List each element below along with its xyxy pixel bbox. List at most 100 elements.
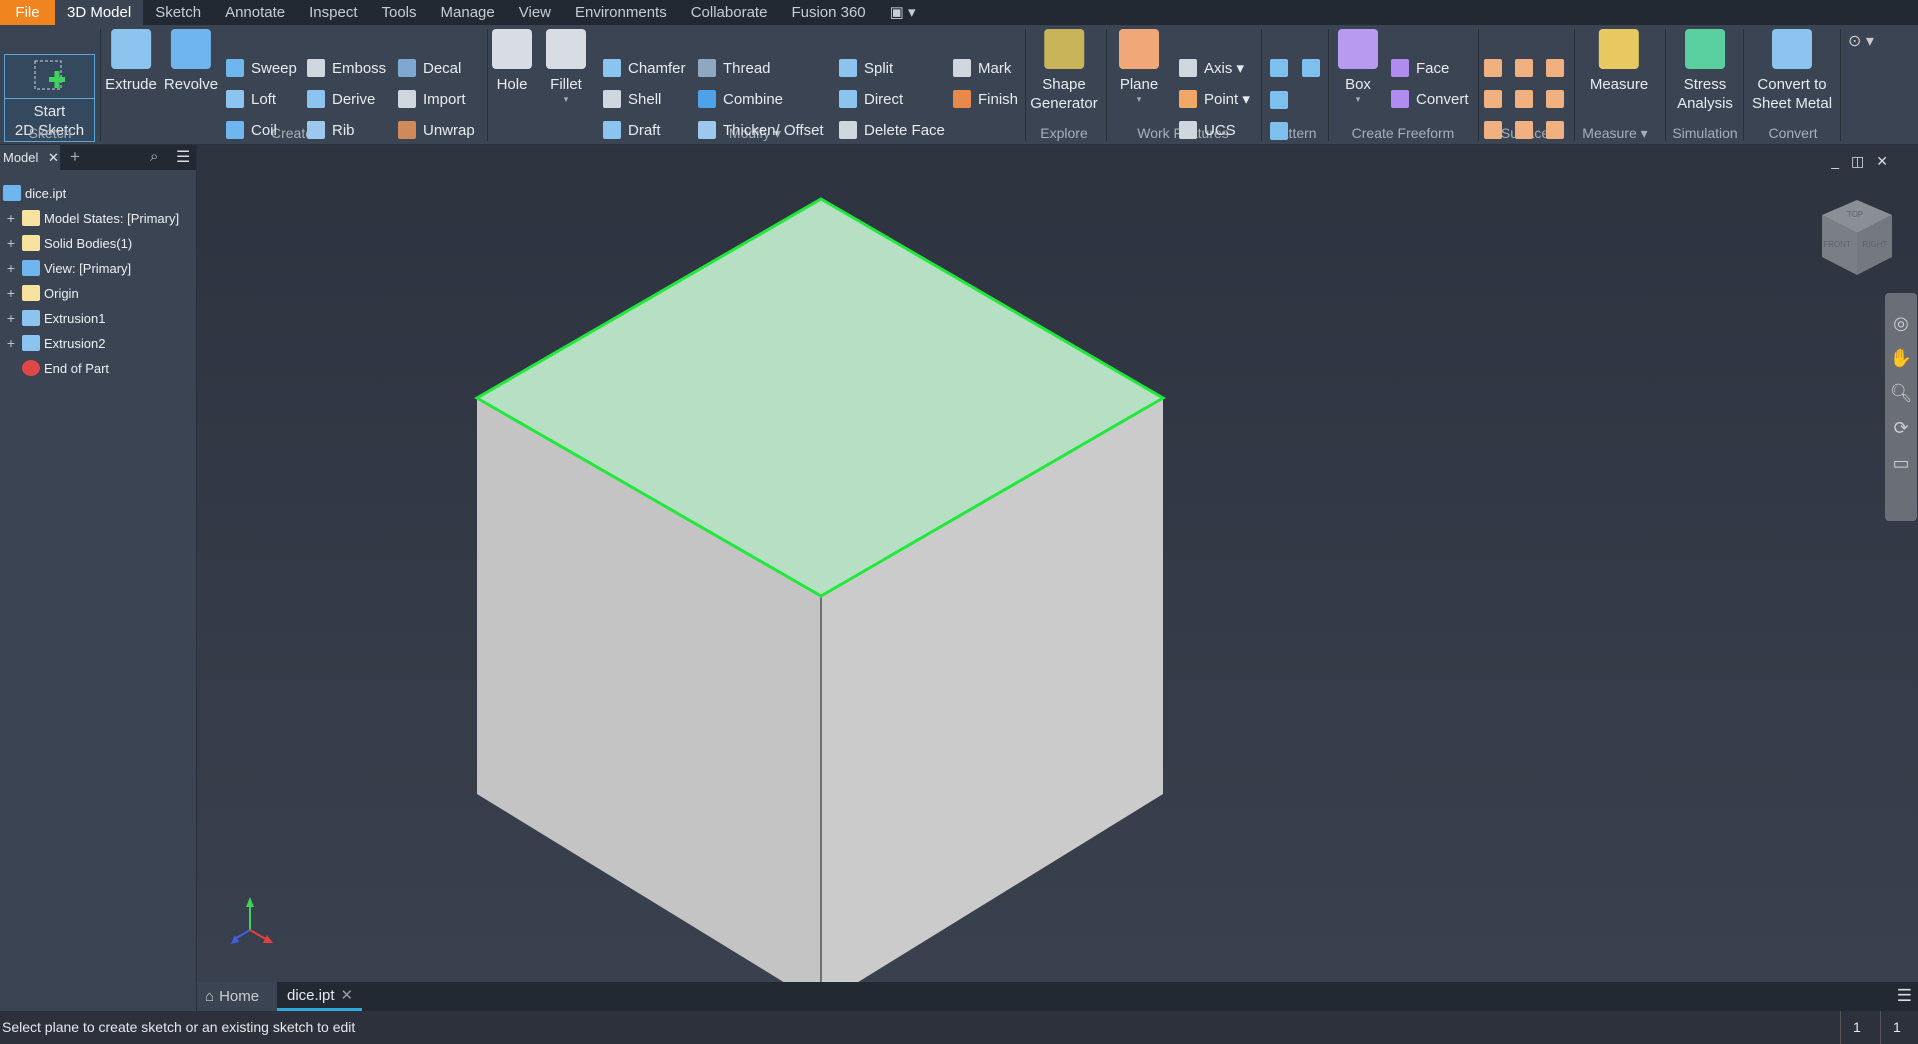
3d-viewport[interactable]: _ ◫ ✕ TOP FRONT RIGHT ◎ ✋ 🔍︎ ⟳ ▭ [197,145,1918,982]
convert-to-sheet-metal-button[interactable]: Convert to Sheet Metal [1752,29,1832,113]
menu-tab-tools[interactable]: Tools [370,0,429,25]
replace-face-icon[interactable] [1546,121,1564,139]
trim-icon[interactable] [1515,90,1533,108]
dropdown-caret-icon[interactable]: ▾ [1137,94,1142,104]
thicken-offset-button[interactable]: Thicken/ Offset [698,119,824,141]
tree-item[interactable]: + Model States: [Primary] [0,207,179,229]
extrude-button[interactable]: Extrude [105,29,157,94]
tabs-menu-icon[interactable]: ☰ [1897,986,1912,1006]
minimize-icon[interactable]: _ [1831,153,1839,170]
mark-button[interactable]: Mark [953,57,1011,79]
zoom-icon[interactable]: 🔍︎ [1890,383,1913,404]
combine-button[interactable]: Combine [698,88,783,110]
tree-item[interactable]: + Extrusion2 [0,332,105,354]
point-button[interactable]: Point ▾ [1179,88,1250,110]
chamfer-button[interactable]: Chamfer [603,57,686,79]
split-button[interactable]: Split [839,57,893,79]
thread-button[interactable]: Thread [698,57,771,79]
derive-button[interactable]: Derive [307,88,375,110]
rectangular-pattern-icon[interactable] [1270,59,1288,77]
tree-item[interactable]: End of Part [0,357,109,379]
dropdown-caret-icon[interactable]: ▾ [1356,94,1361,104]
search-icon[interactable]: ⌕ [150,148,158,165]
viewcube[interactable]: TOP FRONT RIGHT [1817,195,1897,285]
finish-button[interactable]: Finish [953,88,1018,110]
decal-button[interactable]: Decal [398,57,461,79]
rib-button[interactable]: Rib [307,119,355,141]
viewcube-right-label[interactable]: RIGHT [1863,240,1888,249]
coil-button[interactable]: Coil [226,119,277,141]
tree-root[interactable]: dice.ipt [3,182,66,204]
axis-button[interactable]: Axis ▾ [1179,57,1244,79]
menu-tab-manage[interactable]: Manage [429,0,507,25]
convert-button[interactable]: Convert [1391,88,1469,110]
hole-button[interactable]: Hole [492,29,532,94]
add-tab-icon[interactable]: + [70,147,80,167]
home-tab[interactable]: ⌂ Home [197,982,277,1011]
expand-icon[interactable]: + [0,235,22,251]
menu-tab-sketch[interactable]: Sketch [143,0,213,25]
expand-icon[interactable]: + [0,335,22,351]
tree-item[interactable]: + View: [Primary] [0,257,131,279]
fillet-button[interactable]: Fillet ▾ [546,29,586,104]
tree-item[interactable]: + Extrusion1 [0,307,105,329]
expand-icon[interactable]: + [0,285,22,301]
face-button[interactable]: Face [1391,57,1449,79]
expand-icon[interactable]: + [0,310,22,326]
stress-analysis-button[interactable]: Stress Analysis [1677,29,1733,113]
box-button[interactable]: Box ▾ [1338,29,1378,104]
direct-button[interactable]: Direct [839,88,903,110]
panel-label-8[interactable]: Measure ▾ [1582,125,1647,142]
expand-icon[interactable]: + [0,260,22,276]
emboss-button[interactable]: Emboss [307,57,386,79]
menu-tab-collaborate[interactable]: Collaborate [679,0,780,25]
delete-face-button[interactable]: Delete Face [839,119,945,141]
sketch-driven-pattern-icon[interactable] [1270,122,1288,140]
close-icon[interactable]: ✕ [48,150,59,165]
patch-icon[interactable] [1515,59,1533,77]
stitch-icon[interactable] [1484,59,1502,77]
unwrap-button[interactable]: Unwrap [398,119,475,141]
dropdown-caret-icon[interactable]: ▾ [564,94,569,104]
sculpt-icon[interactable] [1546,59,1564,77]
orbit-icon[interactable]: ⟳ [1893,418,1908,439]
tile-icon[interactable]: ◫ [1851,153,1864,170]
expand-icon[interactable]: + [0,210,22,226]
viewcube-front-label[interactable]: FRONT [1823,240,1851,249]
menu-tab-annotate[interactable]: Annotate [213,0,297,25]
extend-icon[interactable] [1515,121,1533,139]
browser-tab-model[interactable]: Model ✕ [0,145,60,170]
boundary-patch-icon[interactable] [1484,90,1502,108]
plane-button[interactable]: Plane ▾ [1119,29,1159,104]
import-button[interactable]: Import [398,88,466,110]
sweep-button[interactable]: Sweep [226,57,297,79]
quick-access-dropdown-icon[interactable]: ▣ ▾ [878,0,928,25]
menu-tab-file[interactable]: File [0,0,55,25]
menu-tab-environments[interactable]: Environments [563,0,679,25]
ruled-surface-icon[interactable] [1484,121,1502,139]
draft-button[interactable]: Draft [603,119,661,141]
mirror-icon[interactable] [1302,59,1320,77]
menu-tab-3d-model[interactable]: 3D Model [55,0,144,25]
menu-tab-inspect[interactable]: Inspect [297,0,369,25]
viewcube-top-label[interactable]: TOP [1847,210,1863,219]
pan-icon[interactable]: ✋ [1890,348,1912,369]
measure-button[interactable]: Measure [1590,29,1648,94]
ribbon-options-dropdown-icon[interactable]: ⊙ ▾ [1848,31,1874,51]
tree-item[interactable]: + Origin [0,282,79,304]
menu-tab-view[interactable]: View [507,0,563,25]
look-at-icon[interactable]: ▭ [1892,453,1909,474]
shape-generator-button[interactable]: Shape Generator [1030,29,1098,113]
menu-icon[interactable]: ☰ [176,147,190,167]
delete-surface-icon[interactable] [1546,90,1564,108]
close-window-icon[interactable]: ✕ [1876,153,1888,170]
document-tab-dice[interactable]: dice.ipt ✕ [277,982,362,1011]
close-tab-icon[interactable]: ✕ [341,986,354,1004]
ucs-button[interactable]: UCS [1179,119,1236,141]
shell-button[interactable]: Shell [603,88,661,110]
revolve-button[interactable]: Revolve [164,29,218,94]
steering-wheel-icon[interactable]: ◎ [1893,313,1909,334]
loft-button[interactable]: Loft [226,88,276,110]
circular-pattern-icon[interactable] [1270,91,1288,109]
menu-tab-fusion-360[interactable]: Fusion 360 [779,0,877,25]
